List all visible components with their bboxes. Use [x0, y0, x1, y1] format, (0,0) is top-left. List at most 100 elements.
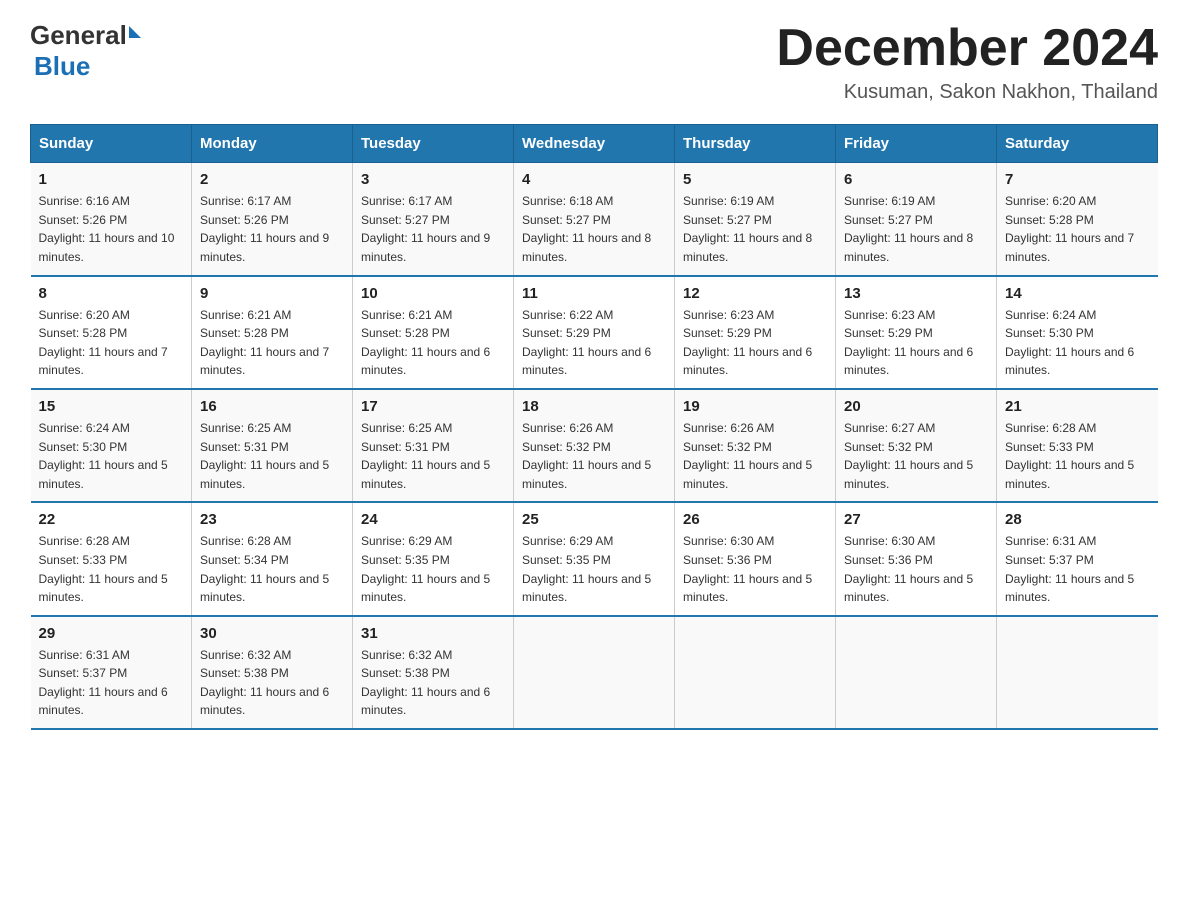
- day-number: 18: [522, 398, 666, 415]
- day-number: 23: [200, 511, 344, 528]
- day-number: 14: [1005, 285, 1150, 302]
- calendar-cell: 18 Sunrise: 6:26 AM Sunset: 5:32 PM Dayl…: [514, 389, 675, 502]
- calendar-cell: 26 Sunrise: 6:30 AM Sunset: 5:36 PM Dayl…: [675, 502, 836, 615]
- calendar-cell: 25 Sunrise: 6:29 AM Sunset: 5:35 PM Dayl…: [514, 502, 675, 615]
- day-number: 24: [361, 511, 505, 528]
- calendar-cell: 17 Sunrise: 6:25 AM Sunset: 5:31 PM Dayl…: [353, 389, 514, 502]
- day-number: 27: [844, 511, 988, 528]
- weekday-header-saturday: Saturday: [997, 125, 1158, 163]
- day-info: Sunrise: 6:24 AM Sunset: 5:30 PM Dayligh…: [39, 419, 184, 493]
- day-info: Sunrise: 6:32 AM Sunset: 5:38 PM Dayligh…: [361, 646, 505, 720]
- day-info: Sunrise: 6:28 AM Sunset: 5:33 PM Dayligh…: [39, 532, 184, 606]
- calendar-cell: 12 Sunrise: 6:23 AM Sunset: 5:29 PM Dayl…: [675, 276, 836, 389]
- weekday-header-wednesday: Wednesday: [514, 125, 675, 163]
- day-number: 13: [844, 285, 988, 302]
- calendar-cell: 9 Sunrise: 6:21 AM Sunset: 5:28 PM Dayli…: [192, 276, 353, 389]
- day-number: 29: [39, 625, 184, 642]
- day-info: Sunrise: 6:29 AM Sunset: 5:35 PM Dayligh…: [522, 532, 666, 606]
- weekday-header-sunday: Sunday: [31, 125, 192, 163]
- day-info: Sunrise: 6:25 AM Sunset: 5:31 PM Dayligh…: [361, 419, 505, 493]
- calendar-cell: 24 Sunrise: 6:29 AM Sunset: 5:35 PM Dayl…: [353, 502, 514, 615]
- calendar-cell: 15 Sunrise: 6:24 AM Sunset: 5:30 PM Dayl…: [31, 389, 192, 502]
- calendar-week-row: 1 Sunrise: 6:16 AM Sunset: 5:26 PM Dayli…: [31, 163, 1158, 276]
- calendar-cell: [836, 616, 997, 729]
- calendar-cell: 1 Sunrise: 6:16 AM Sunset: 5:26 PM Dayli…: [31, 163, 192, 276]
- calendar-cell: 6 Sunrise: 6:19 AM Sunset: 5:27 PM Dayli…: [836, 163, 997, 276]
- calendar-cell: 13 Sunrise: 6:23 AM Sunset: 5:29 PM Dayl…: [836, 276, 997, 389]
- day-number: 20: [844, 398, 988, 415]
- day-number: 5: [683, 171, 827, 188]
- day-info: Sunrise: 6:21 AM Sunset: 5:28 PM Dayligh…: [361, 306, 505, 380]
- calendar-week-row: 22 Sunrise: 6:28 AM Sunset: 5:33 PM Dayl…: [31, 502, 1158, 615]
- day-number: 22: [39, 511, 184, 528]
- calendar-cell: 8 Sunrise: 6:20 AM Sunset: 5:28 PM Dayli…: [31, 276, 192, 389]
- day-info: Sunrise: 6:23 AM Sunset: 5:29 PM Dayligh…: [844, 306, 988, 380]
- day-info: Sunrise: 6:32 AM Sunset: 5:38 PM Dayligh…: [200, 646, 344, 720]
- day-number: 26: [683, 511, 827, 528]
- calendar-cell: 4 Sunrise: 6:18 AM Sunset: 5:27 PM Dayli…: [514, 163, 675, 276]
- weekday-header-tuesday: Tuesday: [353, 125, 514, 163]
- day-number: 6: [844, 171, 988, 188]
- calendar-cell: 31 Sunrise: 6:32 AM Sunset: 5:38 PM Dayl…: [353, 616, 514, 729]
- weekday-header-monday: Monday: [192, 125, 353, 163]
- day-number: 17: [361, 398, 505, 415]
- location-subtitle: Kusuman, Sakon Nakhon, Thailand: [776, 81, 1158, 104]
- day-info: Sunrise: 6:23 AM Sunset: 5:29 PM Dayligh…: [683, 306, 827, 380]
- day-number: 21: [1005, 398, 1150, 415]
- day-number: 3: [361, 171, 505, 188]
- day-info: Sunrise: 6:17 AM Sunset: 5:27 PM Dayligh…: [361, 192, 505, 266]
- day-info: Sunrise: 6:29 AM Sunset: 5:35 PM Dayligh…: [361, 532, 505, 606]
- calendar-cell: 30 Sunrise: 6:32 AM Sunset: 5:38 PM Dayl…: [192, 616, 353, 729]
- calendar-cell: [997, 616, 1158, 729]
- weekday-header-friday: Friday: [836, 125, 997, 163]
- day-info: Sunrise: 6:24 AM Sunset: 5:30 PM Dayligh…: [1005, 306, 1150, 380]
- page-header: General Blue December 2024 Kusuman, Sako…: [30, 20, 1158, 104]
- calendar-cell: 7 Sunrise: 6:20 AM Sunset: 5:28 PM Dayli…: [997, 163, 1158, 276]
- day-number: 1: [39, 171, 184, 188]
- calendar-week-row: 29 Sunrise: 6:31 AM Sunset: 5:37 PM Dayl…: [31, 616, 1158, 729]
- calendar-cell: 21 Sunrise: 6:28 AM Sunset: 5:33 PM Dayl…: [997, 389, 1158, 502]
- calendar-cell: 19 Sunrise: 6:26 AM Sunset: 5:32 PM Dayl…: [675, 389, 836, 502]
- calendar-cell: 23 Sunrise: 6:28 AM Sunset: 5:34 PM Dayl…: [192, 502, 353, 615]
- month-year-title: December 2024: [776, 20, 1158, 77]
- weekday-header-row: SundayMondayTuesdayWednesdayThursdayFrid…: [31, 125, 1158, 163]
- day-number: 11: [522, 285, 666, 302]
- day-number: 4: [522, 171, 666, 188]
- weekday-header-thursday: Thursday: [675, 125, 836, 163]
- day-info: Sunrise: 6:20 AM Sunset: 5:28 PM Dayligh…: [39, 306, 184, 380]
- day-number: 2: [200, 171, 344, 188]
- title-block: December 2024 Kusuman, Sakon Nakhon, Tha…: [776, 20, 1158, 104]
- day-info: Sunrise: 6:31 AM Sunset: 5:37 PM Dayligh…: [1005, 532, 1150, 606]
- calendar-cell: 22 Sunrise: 6:28 AM Sunset: 5:33 PM Dayl…: [31, 502, 192, 615]
- day-info: Sunrise: 6:21 AM Sunset: 5:28 PM Dayligh…: [200, 306, 344, 380]
- logo-triangle-icon: [129, 26, 141, 38]
- calendar-cell: 11 Sunrise: 6:22 AM Sunset: 5:29 PM Dayl…: [514, 276, 675, 389]
- day-info: Sunrise: 6:19 AM Sunset: 5:27 PM Dayligh…: [683, 192, 827, 266]
- calendar-week-row: 15 Sunrise: 6:24 AM Sunset: 5:30 PM Dayl…: [31, 389, 1158, 502]
- day-info: Sunrise: 6:16 AM Sunset: 5:26 PM Dayligh…: [39, 192, 184, 266]
- calendar-cell: 2 Sunrise: 6:17 AM Sunset: 5:26 PM Dayli…: [192, 163, 353, 276]
- day-info: Sunrise: 6:27 AM Sunset: 5:32 PM Dayligh…: [844, 419, 988, 493]
- day-number: 9: [200, 285, 344, 302]
- day-info: Sunrise: 6:25 AM Sunset: 5:31 PM Dayligh…: [200, 419, 344, 493]
- calendar-cell: 16 Sunrise: 6:25 AM Sunset: 5:31 PM Dayl…: [192, 389, 353, 502]
- day-info: Sunrise: 6:28 AM Sunset: 5:34 PM Dayligh…: [200, 532, 344, 606]
- logo-general-text: General: [30, 20, 127, 51]
- day-info: Sunrise: 6:28 AM Sunset: 5:33 PM Dayligh…: [1005, 419, 1150, 493]
- day-number: 10: [361, 285, 505, 302]
- logo: General Blue: [30, 20, 141, 82]
- calendar-week-row: 8 Sunrise: 6:20 AM Sunset: 5:28 PM Dayli…: [31, 276, 1158, 389]
- calendar-cell: 27 Sunrise: 6:30 AM Sunset: 5:36 PM Dayl…: [836, 502, 997, 615]
- day-number: 16: [200, 398, 344, 415]
- calendar-cell: 28 Sunrise: 6:31 AM Sunset: 5:37 PM Dayl…: [997, 502, 1158, 615]
- day-info: Sunrise: 6:26 AM Sunset: 5:32 PM Dayligh…: [683, 419, 827, 493]
- day-number: 7: [1005, 171, 1150, 188]
- calendar-cell: 14 Sunrise: 6:24 AM Sunset: 5:30 PM Dayl…: [997, 276, 1158, 389]
- day-number: 30: [200, 625, 344, 642]
- day-number: 31: [361, 625, 505, 642]
- calendar-cell: 29 Sunrise: 6:31 AM Sunset: 5:37 PM Dayl…: [31, 616, 192, 729]
- logo-blue-text: Blue: [34, 51, 90, 82]
- day-info: Sunrise: 6:30 AM Sunset: 5:36 PM Dayligh…: [683, 532, 827, 606]
- day-info: Sunrise: 6:17 AM Sunset: 5:26 PM Dayligh…: [200, 192, 344, 266]
- day-number: 12: [683, 285, 827, 302]
